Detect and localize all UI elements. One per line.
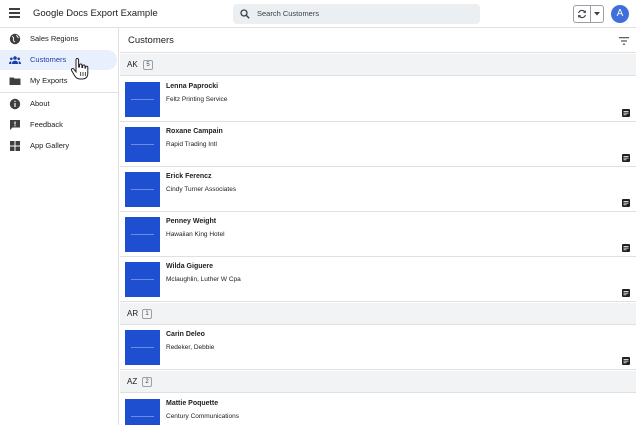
customer-row[interactable]: Penney Weight Hawaiian King Hotel — [120, 212, 636, 257]
main-content: Customers AK 5 Lenna Paprocki Feltz Prin… — [120, 28, 636, 425]
sidebar-item-app-gallery[interactable]: App Gallery — [0, 136, 117, 156]
customer-row[interactable]: Lenna Paprocki Feltz Printing Service — [120, 77, 636, 122]
group-header-ak: AK 5 — [120, 54, 636, 76]
document-thumbnail — [125, 127, 160, 162]
customer-company: Cindy Turner Associates — [166, 186, 237, 193]
group-count-badge: 1 — [142, 309, 152, 319]
customer-company: Hawaiian King Hotel — [166, 231, 225, 238]
customer-name: Mattie Poquette — [166, 400, 219, 407]
globe-icon — [9, 33, 21, 45]
sync-control — [573, 5, 604, 23]
sidebar-item-label: Customers — [30, 55, 67, 64]
document-thumbnail — [125, 172, 160, 207]
sidebar-item-label: Feedback — [30, 120, 63, 129]
document-thumbnail — [125, 330, 160, 365]
group-header-az: AZ 2 — [120, 371, 636, 393]
sidebar-item-about[interactable]: About — [0, 94, 117, 114]
folder-icon — [9, 77, 21, 85]
info-icon — [9, 98, 21, 110]
customer-row[interactable]: Mattie Poquette Century Communications — [120, 394, 636, 425]
customer-row[interactable]: Carin Deleo Redeker, Debbie — [120, 325, 636, 370]
group-count-badge: 2 — [142, 377, 152, 387]
sidebar-item-my-exports[interactable]: My Exports — [0, 71, 117, 91]
customer-name: Erick Ferencz — [166, 173, 212, 180]
customer-company: Rapid Trading Intl — [166, 141, 217, 148]
group-header-ar: AR 1 — [120, 303, 636, 325]
customer-name: Lenna Paprocki — [166, 83, 219, 90]
sidebar: Sales Regions Customers My Exports About — [0, 28, 119, 425]
document-icon[interactable] — [622, 154, 630, 162]
sync-dropdown-button[interactable] — [591, 6, 603, 22]
chevron-down-icon — [594, 12, 600, 16]
customer-row[interactable]: Wilda Giguere Mclaughlin, Luther W Cpa — [120, 257, 636, 302]
search-icon — [240, 9, 250, 19]
search-input[interactable]: Search Customers — [233, 4, 480, 24]
document-icon[interactable] — [622, 357, 630, 365]
document-icon[interactable] — [622, 244, 630, 252]
document-thumbnail — [125, 262, 160, 297]
sync-button[interactable] — [574, 6, 591, 22]
document-thumbnail — [125, 217, 160, 252]
customer-name: Roxane Campain — [166, 128, 223, 135]
page-title: Customers — [128, 35, 174, 46]
filter-icon[interactable] — [619, 37, 629, 45]
group-label: AR — [127, 309, 139, 318]
hand-cursor-icon — [70, 58, 89, 80]
sync-icon — [578, 9, 586, 19]
customer-company: Redeker, Debbie — [166, 344, 215, 351]
document-thumbnail — [125, 399, 160, 425]
document-thumbnail — [125, 82, 160, 117]
group-label: AZ — [127, 377, 138, 386]
menu-icon[interactable] — [8, 6, 22, 20]
document-icon[interactable] — [622, 289, 630, 297]
sidebar-item-customers[interactable]: Customers — [0, 50, 117, 70]
customer-name: Penney Weight — [166, 218, 217, 225]
document-icon[interactable] — [622, 109, 630, 117]
document-icon[interactable] — [622, 199, 630, 207]
app-title: Google Docs Export Example — [33, 8, 158, 19]
sidebar-divider — [0, 92, 118, 93]
sidebar-item-label: App Gallery — [30, 141, 70, 150]
sidebar-item-label: Sales Regions — [30, 34, 79, 43]
customer-name: Carin Deleo — [166, 331, 205, 338]
customer-company: Feltz Printing Service — [166, 96, 228, 103]
people-icon — [9, 56, 21, 64]
avatar[interactable]: A — [611, 5, 629, 23]
content-header: Customers — [120, 28, 636, 53]
sidebar-item-sales-regions[interactable]: Sales Regions — [0, 29, 117, 49]
group-count-badge: 5 — [143, 60, 153, 70]
customer-row[interactable]: Erick Ferencz Cindy Turner Associates — [120, 167, 636, 212]
sidebar-item-label: About — [30, 99, 50, 108]
search-placeholder: Search Customers — [257, 9, 320, 18]
group-label: AK — [127, 60, 138, 69]
customer-company: Century Communications — [166, 413, 239, 420]
customer-company: Mclaughlin, Luther W Cpa — [166, 276, 241, 283]
feedback-icon — [10, 120, 20, 130]
sidebar-item-feedback[interactable]: Feedback — [0, 115, 117, 135]
customer-name: Wilda Giguere — [166, 263, 214, 270]
top-app-bar: Google Docs Export Example Search Custom… — [0, 0, 636, 28]
sidebar-item-label: My Exports — [30, 76, 68, 85]
grid-icon — [10, 141, 20, 151]
customer-row[interactable]: Roxane Campain Rapid Trading Intl — [120, 122, 636, 167]
